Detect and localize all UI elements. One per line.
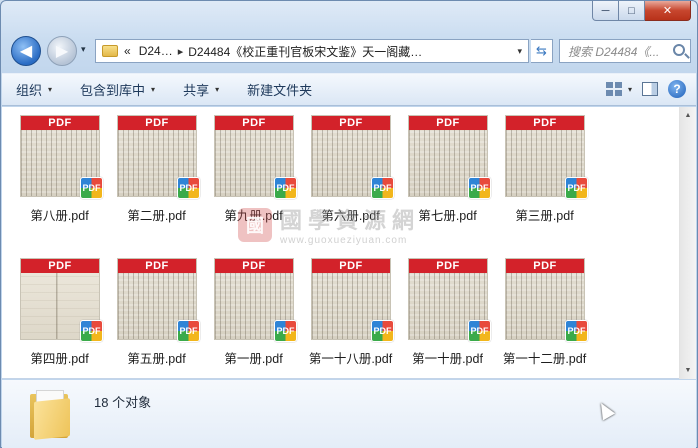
preview-pane-icon[interactable]: [642, 82, 658, 96]
back-button[interactable]: ◀: [11, 36, 41, 66]
organize-label: 组织: [16, 83, 43, 98]
pdf-file-icon: PDF: [565, 320, 588, 342]
organize-menu[interactable]: 组织 ▾: [2, 80, 66, 99]
recent-pages-dropdown[interactable]: ▾: [81, 44, 86, 55]
folder-icon: [102, 45, 118, 57]
pdf-label-band: PDF: [215, 259, 293, 273]
file-list[interactable]: PDF PDF 第八册.pdf PDF PDF 第二册.pdf PDF PDF …: [2, 107, 696, 379]
item-count: 18 个对象: [94, 395, 152, 410]
share-menu[interactable]: 共享 ▾: [169, 80, 233, 99]
folder-icon: [30, 390, 74, 440]
pdf-label-band: PDF: [409, 259, 487, 273]
close-button[interactable]: ✕: [645, 1, 691, 21]
chevron-down-icon: ▾: [48, 85, 53, 94]
include-in-library-label: 包含到库中: [80, 83, 146, 98]
file-item[interactable]: PDF PDF 第三册.pdf: [488, 107, 588, 227]
chevron-down-icon: ▾: [215, 85, 220, 94]
include-in-library-menu[interactable]: 包含到库中 ▾: [66, 80, 169, 99]
file-item[interactable]: PDF PDF 第五册.pdf: [100, 250, 200, 370]
watermark-text: 國學資源網 www.guoxueziyuan.com: [280, 203, 420, 246]
pdf-label-band: PDF: [506, 116, 584, 130]
address-dropdown-icon[interactable]: ▾: [517, 46, 522, 57]
details-pane: 18 个对象: [2, 380, 696, 448]
minimize-button[interactable]: ─: [592, 1, 619, 21]
chevron-down-icon: ▾: [151, 85, 156, 94]
pdf-label-band: PDF: [312, 259, 390, 273]
command-bar: 组织 ▾ 包含到库中 ▾ 共享 ▾ 新建文件夹 ▾ ?: [2, 73, 696, 106]
navigation-bar: ◀ ▶ ▾ « D24… ▸ D24484《校正重刊官板宋文鉴》天一阁藏… ▾ …: [9, 35, 691, 67]
pdf-label-band: PDF: [506, 259, 584, 273]
pdf-file-icon: PDF: [565, 177, 588, 199]
watermark-url: www.guoxueziyuan.com: [280, 235, 408, 246]
file-item[interactable]: PDF PDF 第二册.pdf: [100, 107, 200, 227]
scroll-down-icon[interactable]: ▼: [680, 362, 696, 379]
breadcrumb-item-parent[interactable]: D24…: [139, 44, 173, 58]
pdf-label-band: PDF: [118, 116, 196, 130]
file-item[interactable]: PDF PDF 第八册.pdf: [3, 107, 103, 227]
new-folder-button[interactable]: 新建文件夹: [233, 80, 326, 99]
file-item[interactable]: PDF PDF 第一十二册.pdf: [488, 250, 588, 370]
command-bar-right: ▾ ?: [605, 80, 686, 98]
refresh-button[interactable]: ⇆: [531, 39, 553, 63]
breadcrumb-item-current[interactable]: D24484《校正重刊官板宋文鉴》天一阁藏…: [188, 43, 422, 60]
watermark-title: 國學資源網: [280, 208, 421, 233]
pdf-label-band: PDF: [312, 116, 390, 130]
explorer-window: ─ □ ✕ ◀ ▶ ▾ « D24… ▸ D24484《校正重刊官板宋文鉴》天一…: [0, 0, 698, 448]
address-bar[interactable]: « D24… ▸ D24484《校正重刊官板宋文鉴》天一阁藏… ▾: [95, 39, 529, 63]
view-options-dropdown-icon[interactable]: ▾: [628, 85, 632, 94]
file-name: 第三册.pdf: [515, 209, 574, 223]
pdf-label-band: PDF: [21, 116, 99, 130]
forward-button[interactable]: ▶: [47, 36, 77, 66]
watermark: 國 國學資源網 www.guoxueziyuan.com: [238, 203, 420, 246]
file-item[interactable]: PDF PDF 第四册.pdf: [3, 250, 103, 370]
maximize-button[interactable]: □: [619, 1, 645, 21]
pdf-label-band: PDF: [215, 116, 293, 130]
breadcrumb-overflow[interactable]: «: [124, 44, 131, 58]
vertical-scrollbar[interactable]: ▲ ▼: [679, 107, 696, 379]
file-item[interactable]: PDF PDF 第一十册.pdf: [391, 250, 491, 370]
file-name: 第一十二册.pdf: [502, 352, 587, 366]
caption-buttons: ─ □ ✕: [592, 1, 691, 21]
pdf-label-band: PDF: [409, 116, 487, 130]
search-icon[interactable]: [673, 44, 685, 56]
watermark-seal: 國: [238, 207, 272, 242]
help-icon[interactable]: ?: [668, 80, 686, 98]
mouse-cursor-icon: [594, 399, 616, 421]
share-label: 共享: [183, 83, 210, 98]
file-item[interactable]: PDF PDF 第一册.pdf: [197, 250, 297, 370]
breadcrumb-separator-icon[interactable]: ▸: [178, 45, 184, 58]
pdf-label-band: PDF: [21, 259, 99, 273]
search-placeholder: 搜索 D24484《...: [568, 44, 660, 59]
change-view-icon[interactable]: [605, 82, 622, 96]
scroll-up-icon[interactable]: ▲: [680, 107, 696, 124]
file-item[interactable]: PDF PDF 第一十八册.pdf: [294, 250, 394, 370]
new-folder-label: 新建文件夹: [247, 83, 313, 98]
pdf-label-band: PDF: [118, 259, 196, 273]
search-input[interactable]: 搜索 D24484《...: [559, 39, 691, 63]
